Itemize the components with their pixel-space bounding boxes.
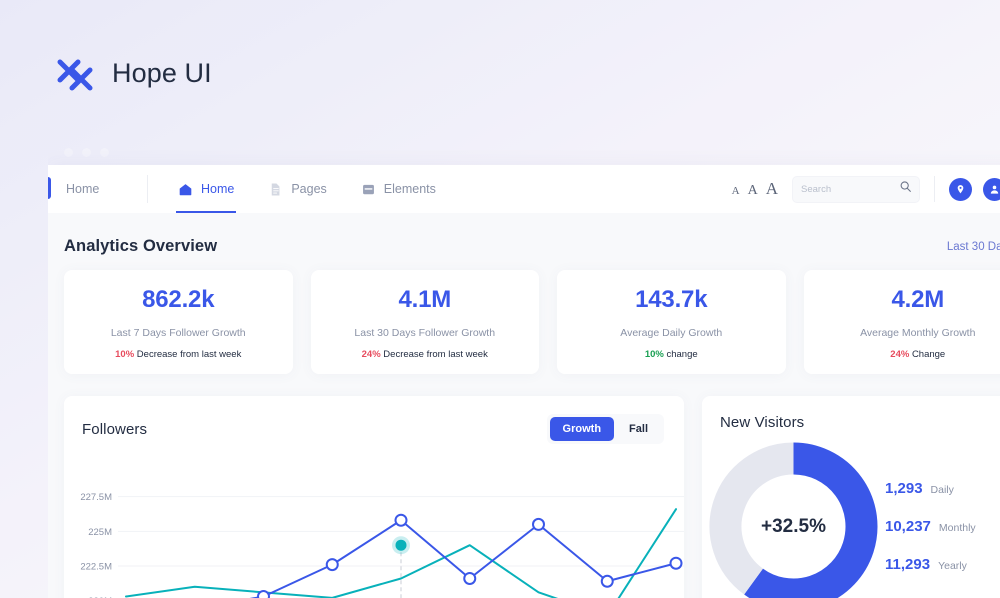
main-content: Analytics Overview Last 30 Days 862.2k L… [48, 213, 1000, 598]
search-icon[interactable] [899, 180, 912, 198]
stat-value: 4.1M [398, 286, 452, 313]
legend-label: Yearly [938, 560, 967, 572]
card-icon [361, 182, 376, 197]
visitors-title: New Visitors [720, 414, 805, 431]
tab-pages[interactable]: Pages [268, 165, 327, 213]
navbar-icon-buttons [949, 177, 1000, 201]
visitors-header: New Visitors [702, 396, 1000, 431]
navbar-actions: A A A [732, 175, 1000, 203]
stat-card[interactable]: 862.2k Last 7 Days Follower Growth 10% D… [64, 270, 293, 374]
stat-label: Average Daily Growth [620, 327, 723, 339]
stat-value: 862.2k [142, 286, 215, 313]
date-range-label: Last 30 Days [946, 240, 1000, 253]
brand: Hope UI [52, 50, 212, 96]
window-dot-minimize[interactable] [82, 148, 91, 157]
top-navbar: Home Home Pages Elements A A A Search [48, 165, 1000, 213]
home-icon [178, 182, 193, 197]
stat-delta-text: Decrease from last week [136, 349, 242, 360]
overview-header: Analytics Overview Last 30 Days [64, 213, 1000, 270]
font-size-controls: A A A [732, 179, 778, 199]
stat-card[interactable]: 143.7k Average Daily Growth 10% change [557, 270, 786, 374]
browser-window: Home Home Pages Elements A A A Search An… [48, 140, 1000, 598]
stat-delta-percent: 10% [644, 349, 664, 360]
window-dot-close[interactable] [64, 148, 73, 157]
stat-cards: 862.2k Last 7 Days Follower Growth 10% D… [64, 270, 1000, 374]
stat-delta: 10% Decrease from last week [74, 349, 283, 360]
legend-item: 11,293 Yearly [885, 556, 976, 573]
date-range-select[interactable]: Last 30 Days [947, 240, 1000, 254]
stat-delta-text: Decrease from last week [383, 349, 488, 360]
stat-value: 143.7k [635, 286, 708, 313]
navbar-actions-divider [934, 176, 935, 202]
donut-center-value: +32.5% [761, 515, 826, 537]
font-size-small-button[interactable]: A [732, 185, 740, 197]
visitors-donut-chart[interactable]: +32.5% [706, 439, 881, 598]
stat-delta: 24% Change [814, 349, 1000, 360]
app-shell: Home Home Pages Elements A A A Search An… [48, 165, 1000, 598]
toggle-fall[interactable]: Fall [616, 417, 661, 441]
stat-label: Last 7 Days Follower Growth [110, 327, 246, 339]
legend-label: Daily [930, 484, 954, 496]
followers-panel: Followers Growth Fall 227.5M225M222.5M22… [64, 396, 684, 598]
tab-elements[interactable]: Elements [361, 165, 436, 213]
stat-card[interactable]: 4.2M Average Monthly Growth 24% Change [803, 270, 1000, 374]
legend-item: 10,237 Monthly [885, 518, 976, 535]
legend-value: 10,237 [885, 518, 931, 535]
followers-title: Followers [82, 420, 148, 438]
brand-name: Hope UI [112, 57, 212, 88]
window-controls [48, 140, 1000, 165]
legend-value: 1,293 [885, 480, 923, 497]
svg-text:222.5M: 222.5M [80, 562, 112, 573]
toggle-growth[interactable]: Growth [549, 417, 615, 441]
visitors-legend: 1,293 Daily 10,237 Monthly 11,293 Yearly [881, 480, 976, 573]
legend-label: Monthly [938, 522, 976, 534]
legend-item: 1,293 Daily [885, 480, 976, 497]
search-input[interactable] [801, 183, 893, 195]
stat-label: Average Monthly Growth [860, 327, 976, 339]
followers-header: Followers Growth Fall [64, 396, 684, 444]
stat-delta: 24% Decrease from last week [321, 349, 530, 360]
followers-line-chart[interactable]: 227.5M225M222.5M220M [64, 458, 684, 598]
page-title: Analytics Overview [64, 237, 218, 255]
user-icon[interactable] [983, 177, 1000, 201]
location-pin-icon[interactable] [949, 177, 972, 201]
svg-text:225M: 225M [88, 527, 112, 538]
window-dot-maximize[interactable] [100, 148, 109, 157]
dashboard-panels: Followers Growth Fall 227.5M225M222.5M22… [64, 396, 1000, 598]
search-box[interactable] [792, 175, 920, 203]
sidebar-item-home[interactable]: Home [48, 182, 147, 196]
stat-value: 4.2M [891, 286, 945, 313]
visitors-body: +32.5% 1,293 Daily 10,237 Monthly 11,293… [702, 431, 1000, 598]
tab-pages-label: Pages [291, 182, 327, 196]
stat-delta: 10% change [567, 349, 776, 360]
font-size-large-button[interactable]: A [766, 179, 778, 199]
followers-toggle-group: Growth Fall [546, 414, 664, 444]
page-root: Hope UI Home Home Pages Elements A A A S… [0, 0, 1000, 598]
font-size-medium-button[interactable]: A [748, 183, 758, 199]
visitors-panel: New Visitors +32.5% 1,293 Daily 10,237 M… [702, 396, 1000, 598]
stat-delta-percent: 10% [115, 349, 135, 360]
stat-label: Last 30 Days Follower Growth [354, 327, 496, 339]
file-icon [268, 182, 283, 197]
stat-delta-text: change [666, 349, 698, 360]
navbar-tabs: Home Pages Elements [148, 165, 436, 213]
tab-elements-label: Elements [383, 182, 436, 196]
stat-card[interactable]: 4.1M Last 30 Days Follower Growth 24% De… [310, 270, 539, 374]
svg-text:227.5M: 227.5M [80, 492, 112, 503]
stat-delta-text: Change [911, 349, 946, 360]
tab-home-label: Home [201, 182, 235, 196]
stat-delta-percent: 24% [890, 349, 910, 360]
stat-delta-percent: 24% [361, 349, 381, 360]
hope-ui-logo-icon [52, 50, 96, 96]
legend-value: 11,293 [885, 556, 931, 573]
tab-home[interactable]: Home [175, 165, 237, 213]
sidebar-active-indicator [48, 177, 51, 199]
